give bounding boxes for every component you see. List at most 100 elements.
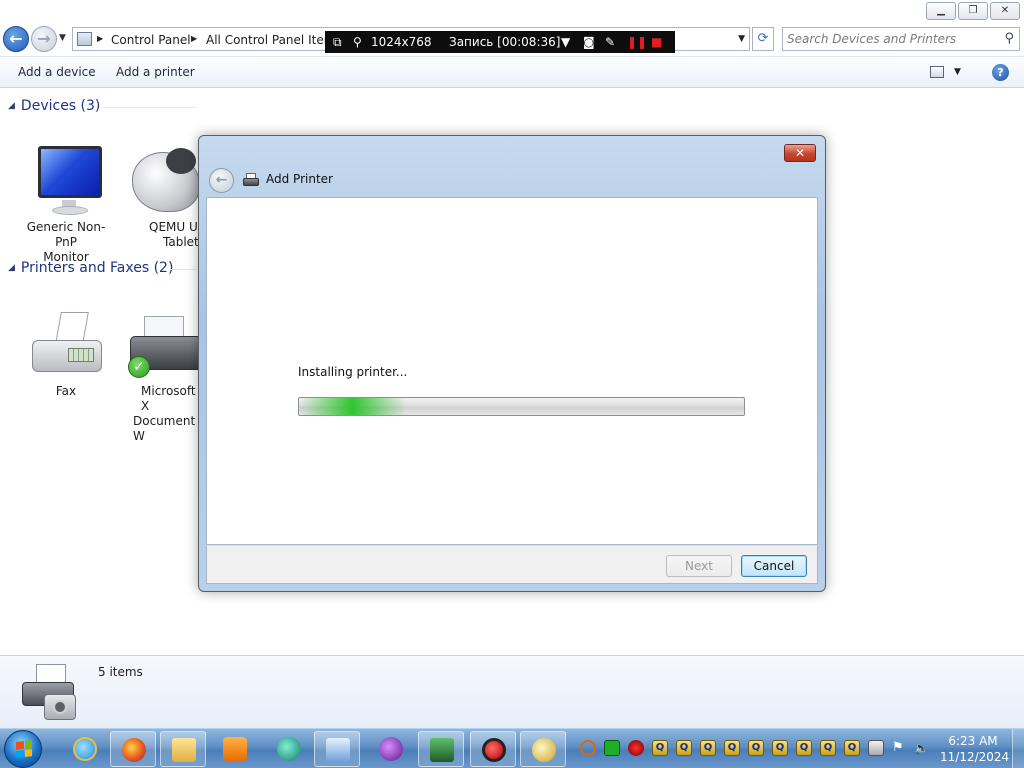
teal-app-icon — [277, 737, 301, 761]
control-panel-icon — [77, 32, 92, 46]
recorder-window-icon[interactable]: ⧉ — [333, 35, 342, 50]
breadcrumb-all-items[interactable]: All Control Panel Items — [206, 33, 342, 47]
fax-icon — [28, 306, 104, 382]
printer-icon: ✓ — [126, 306, 200, 382]
tray-qemu-icon[interactable]: Q — [652, 740, 668, 756]
search-icon[interactable]: ⚲ — [1004, 31, 1014, 46]
dialog-title: Add Printer — [266, 172, 333, 186]
taskbar-internet-explorer[interactable] — [62, 731, 108, 767]
cancel-button[interactable]: Cancel — [741, 555, 807, 577]
dialog-footer: Next Cancel — [206, 545, 818, 584]
device-item-monitor[interactable]: Generic Non-PnP Monitor — [16, 142, 116, 265]
taskbar-control-panel[interactable] — [314, 731, 360, 767]
purple-app-icon — [379, 737, 403, 761]
minimize-button[interactable]: ▁ — [926, 2, 956, 20]
add-device-button[interactable]: Add a device — [18, 65, 96, 79]
tray-orange-icon[interactable] — [580, 740, 596, 756]
breadcrumb-separator-icon[interactable]: ▶ — [191, 34, 197, 43]
stop-icon[interactable]: ■ — [651, 35, 662, 49]
window-title-bar: ▁ ❐ ✕ — [0, 0, 1024, 24]
group-divider — [104, 107, 196, 108]
volume-muted-icon[interactable]: 🔈 — [914, 740, 930, 756]
device-label: QEMU US Tablet — [149, 220, 206, 249]
device-label: Generic Non-PnP Monitor — [26, 220, 106, 264]
add-printer-button[interactable]: Add a printer — [116, 65, 195, 79]
windows-flag-icon — [16, 740, 32, 758]
device-item-tablet[interactable]: QEMU US Tablet — [126, 142, 206, 250]
window-controls: ▁ ❐ ✕ — [926, 2, 1020, 20]
folder-icon — [172, 738, 196, 762]
forward-button[interactable]: → — [31, 26, 57, 52]
printers-group-title: Printers and Faxes (2) — [20, 260, 174, 276]
dialog-back-button[interactable]: ← — [209, 168, 234, 193]
recorder-status: Запись [00:08:36] — [449, 35, 561, 49]
recent-pages-dropdown[interactable]: ▼ — [59, 33, 66, 43]
device-label: Microsoft X Document W — [133, 384, 196, 443]
change-view-icon[interactable] — [930, 66, 944, 78]
tray-qemu-icon[interactable]: Q — [676, 740, 692, 756]
taskbar-devices-printers[interactable] — [520, 731, 566, 767]
camera-icon[interactable]: ◙ — [583, 35, 595, 49]
taskbar-app-record[interactable] — [470, 731, 516, 767]
printer-item-fax[interactable]: Fax — [16, 306, 116, 399]
start-button[interactable] — [4, 730, 42, 768]
monitor-icon — [28, 142, 104, 218]
refresh-button[interactable]: ⟳ — [752, 27, 774, 51]
tray-qemu-icon[interactable]: Q — [796, 740, 812, 756]
printers-group-header[interactable]: ◢ Printers and Faxes (2) — [8, 260, 173, 276]
clock-date: 11/12/2024 — [940, 750, 1010, 764]
printer-item-xps[interactable]: ✓ Microsoft X Document W — [126, 306, 200, 444]
install-status-text: Installing printer... — [298, 365, 408, 379]
taskbar-explorer[interactable] — [160, 731, 206, 767]
default-printer-check-icon: ✓ — [128, 356, 150, 378]
tray-qemu-icon[interactable]: Q — [844, 740, 860, 756]
taskbar-firefox[interactable] — [110, 731, 156, 767]
zoom-icon[interactable]: ⚲ — [353, 35, 362, 49]
breadcrumb-separator-icon[interactable]: ▶ — [97, 34, 103, 43]
control-panel-icon — [326, 738, 350, 762]
progress-marquee — [299, 398, 406, 415]
help-icon[interactable]: ? — [992, 64, 1009, 81]
group-divider — [170, 269, 196, 270]
dialog-content: Installing printer... — [206, 197, 818, 545]
search-input[interactable] — [787, 31, 997, 47]
tray-qemu-icon[interactable]: Q — [772, 740, 788, 756]
next-button[interactable]: Next — [666, 555, 732, 577]
tray-green-icon[interactable] — [604, 740, 620, 756]
recorder-menu-dropdown[interactable]: ▼ — [561, 35, 570, 49]
dialog-close-button[interactable]: ✕ — [784, 144, 816, 162]
network-icon[interactable] — [868, 740, 884, 756]
media-player-icon — [223, 737, 247, 761]
tray-qemu-icon[interactable]: Q — [748, 740, 764, 756]
collapse-triangle-icon[interactable]: ◢ — [8, 263, 15, 273]
close-button[interactable]: ✕ — [990, 2, 1020, 20]
tray-qemu-icon[interactable]: Q — [724, 740, 740, 756]
taskbar-media-player[interactable] — [212, 731, 258, 767]
breadcrumb-control-panel[interactable]: Control Panel — [111, 33, 191, 47]
command-toolbar: Add a device Add a printer ▼ ? — [0, 56, 1024, 88]
recorder-resolution: 1024x768 — [371, 35, 432, 49]
view-options-dropdown[interactable]: ▼ — [954, 67, 961, 77]
taskbar-app-board[interactable] — [418, 731, 464, 767]
tray-record-icon[interactable] — [628, 740, 644, 756]
tray-qemu-icon[interactable]: Q — [700, 740, 716, 756]
tray-qemu-icon[interactable]: Q — [820, 740, 836, 756]
devices-and-printers-icon — [18, 664, 80, 722]
action-center-flag-icon[interactable]: ⚑ — [892, 740, 908, 756]
maximize-button[interactable]: ❐ — [958, 2, 988, 20]
search-box[interactable]: ⚲ — [782, 27, 1020, 51]
address-dropdown-icon[interactable]: ▼ — [738, 34, 745, 44]
internet-explorer-icon — [73, 737, 97, 761]
add-printer-dialog: ✕ ← Add Printer Installing printer... Ne… — [198, 135, 826, 592]
devices-group-header[interactable]: ◢ Devices (3) — [8, 98, 100, 114]
collapse-triangle-icon[interactable]: ◢ — [8, 101, 15, 111]
taskbar-app-purple[interactable] — [368, 731, 414, 767]
record-icon — [482, 738, 506, 762]
pause-icon[interactable]: ❚❚ — [627, 35, 647, 49]
back-button[interactable]: ← — [3, 26, 29, 52]
magnifier-icon — [532, 738, 556, 762]
taskbar-app-teal[interactable] — [266, 731, 312, 767]
pen-icon[interactable]: ✎ — [605, 35, 615, 49]
system-clock[interactable]: 6:23 AM 11/12/2024 — [940, 733, 1010, 765]
show-desktop-button[interactable] — [1012, 729, 1024, 768]
